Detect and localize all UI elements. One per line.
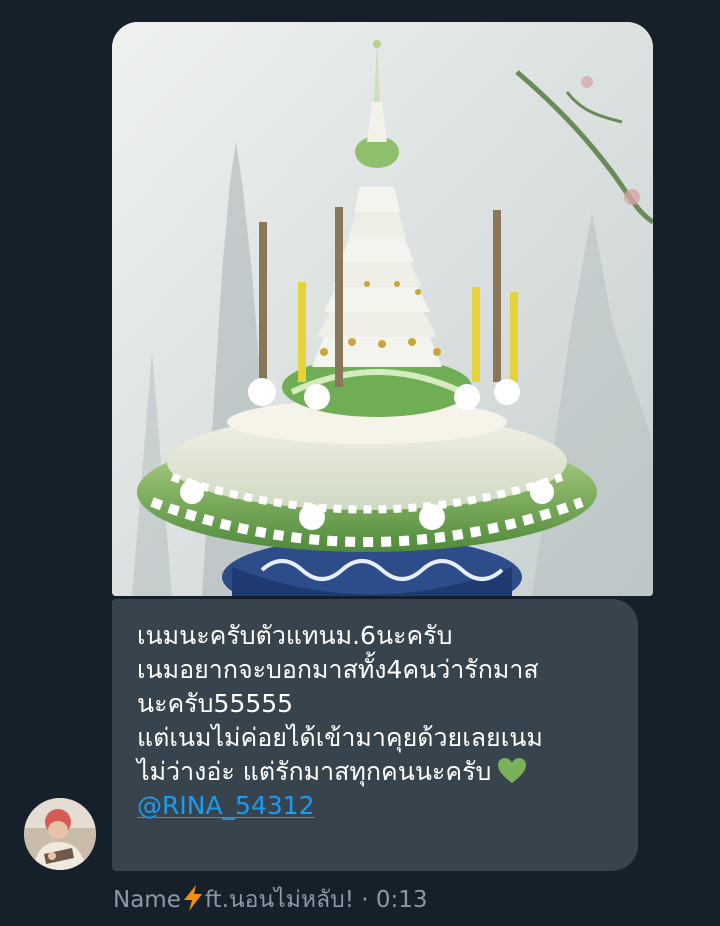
- mention-link[interactable]: @RINA_54312: [137, 789, 315, 823]
- message-text-row: ไม่ว่างอ่ะ แต่รักมาสทุกคนนะครับ: [137, 755, 624, 789]
- dm-conversation-screen: เนมนะครับตัวแทนม.6นะครับ เนมอยากจะบอกมาส…: [0, 0, 720, 926]
- message-meta: Name ft.นอนไม่หลับ! · 0:13: [113, 884, 428, 916]
- sender-name-suffix: ft.นอนไม่หลับ!: [204, 887, 354, 913]
- avatar-photo-icon: [24, 798, 96, 870]
- green-heart-icon: [498, 758, 527, 783]
- message-text-line: เนมนะครับตัวแทนม.6นะครับ: [137, 621, 453, 650]
- avatar[interactable]: [24, 798, 96, 870]
- message-group: เนมนะครับตัวแทนม.6นะครับ เนมอยากจะบอกมาส…: [0, 0, 720, 926]
- lightning-icon: [183, 885, 202, 911]
- message-bubble[interactable]: เนมนะครับตัวแทนม.6นะครับ เนมอยากจะบอกมาส…: [112, 599, 638, 871]
- photo-icon: [112, 22, 653, 596]
- message-timestamp: 0:13: [375, 887, 428, 913]
- message-text-line: เนมอยากจะบอกมาสทั้ง4คนว่ารักมาส: [137, 655, 539, 684]
- message-text-line: นะครับ55555: [137, 689, 294, 718]
- message-text-line: แต่เนมไม่ค่อยได้เข้ามาคุยด้วยเลยเนม: [137, 723, 543, 752]
- meta-separator: ·: [361, 887, 369, 913]
- message-text-line: ไม่ว่างอ่ะ แต่รักมาสทุกคนนะครับ: [137, 757, 492, 786]
- image-attachment[interactable]: [112, 22, 653, 596]
- sender-name: Name: [113, 887, 181, 913]
